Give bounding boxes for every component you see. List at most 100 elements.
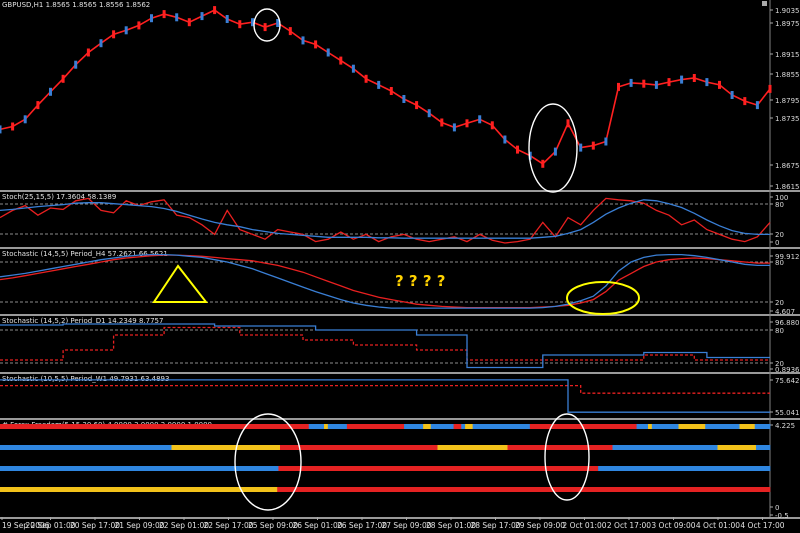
freedom-segment	[327, 424, 348, 429]
price-candle	[654, 80, 658, 89]
trading-chart: GBPUSD,H1 1.8565 1.8565 1.8556 1.8562 1.9…	[0, 0, 800, 530]
series-line	[0, 379, 770, 413]
x-tick-label: 22 Sep 01:00	[159, 521, 209, 530]
price-candle	[617, 82, 620, 91]
freedom-segment	[636, 424, 649, 429]
freedom-segment	[678, 424, 706, 429]
price-candle	[478, 115, 482, 124]
price-candle	[301, 36, 305, 45]
price-candle	[213, 6, 217, 15]
price-candle	[187, 18, 191, 27]
y-tick-label: 4.225	[775, 422, 795, 430]
freedom-segment	[612, 445, 718, 450]
y-tick-label: 0.8936	[775, 366, 800, 374]
price-candle	[490, 121, 494, 130]
price-candle	[175, 13, 179, 22]
annotation-ellipse	[566, 281, 640, 315]
freedom-segment	[705, 424, 740, 429]
freedom-segment	[277, 487, 771, 492]
panel-header: Stoch(25,15,5) 17.3604 58.1389	[2, 193, 116, 201]
freedom-segment	[430, 424, 454, 429]
price-candle	[427, 109, 431, 118]
price-candle	[49, 87, 52, 96]
y-tick-label: -0.5	[775, 512, 789, 520]
freedom-segment	[598, 466, 771, 471]
price-candle	[402, 95, 406, 103]
y-tick-label: 80	[775, 327, 784, 335]
freedom-segment	[437, 445, 508, 450]
price-candle	[604, 137, 608, 146]
price-candle	[516, 145, 519, 154]
price-candle	[730, 91, 734, 99]
freedom-segment	[507, 445, 613, 450]
annotation-triangle	[152, 264, 209, 303]
x-tick-label: 25 Sep 09:00	[248, 521, 298, 530]
price-candle	[591, 141, 595, 150]
freedom-segment	[651, 424, 679, 429]
price-candle	[225, 15, 229, 23]
price-candle	[629, 78, 633, 87]
price-candle	[86, 48, 90, 57]
y-tick-label: 80	[775, 259, 784, 267]
price-candle	[566, 119, 570, 128]
freedom-segment	[308, 424, 325, 429]
x-tick-label: 22 Sep 17:00	[203, 521, 253, 530]
y-tick-label: 75.6422	[775, 377, 800, 385]
price-candle	[642, 79, 646, 88]
price-candle	[162, 10, 166, 19]
freedom-segment	[171, 445, 281, 450]
y-tick-label: 96.8807	[775, 319, 800, 327]
price-candle	[112, 30, 116, 39]
freedom-segment	[0, 424, 310, 429]
price-candle	[743, 97, 747, 106]
series-line	[0, 326, 770, 361]
price-candle	[238, 20, 242, 29]
price-candle	[755, 101, 759, 110]
freedom-segment	[472, 424, 531, 429]
price-candle	[339, 56, 343, 65]
freedom-segment	[461, 424, 466, 429]
y-tick-label: 20	[775, 231, 784, 239]
y-tick-label: 0	[775, 504, 779, 512]
y-tick-label: 0	[775, 239, 779, 247]
price-candle	[150, 14, 153, 23]
annotation-question-marks: ? ? ? ?	[395, 272, 445, 290]
price-candle	[61, 74, 65, 83]
price-candle	[0, 125, 2, 134]
freedom-segment	[739, 424, 756, 429]
price-candle	[124, 26, 128, 35]
price-candle	[288, 27, 292, 36]
y-tick-label: 1.8795	[775, 97, 800, 105]
x-tick-label: 2 Oct 17:00	[607, 521, 651, 530]
freedom-segment	[717, 445, 757, 450]
price-candle	[263, 23, 267, 32]
price-candle	[768, 84, 772, 93]
x-tick-label: 2 Oct 01:00	[562, 521, 606, 530]
freedom-segment	[453, 424, 462, 429]
y-tick-label: 1.8735	[775, 115, 800, 123]
x-tick-label: 26 Sep 17:00	[337, 521, 387, 530]
x-tick-label: 21 Sep 09:00	[114, 521, 164, 530]
series-line	[0, 197, 771, 244]
price-candle	[440, 118, 444, 127]
price-candle	[74, 60, 78, 69]
price-candle	[680, 75, 684, 84]
series-line	[0, 199, 770, 239]
freedom-segment	[404, 424, 424, 429]
series-line	[0, 254, 770, 309]
x-tick-label: 28 Sep 17:00	[470, 521, 520, 530]
series-line	[0, 384, 770, 394]
freedom-segment	[465, 424, 473, 429]
freedom-segment	[756, 445, 771, 450]
price-candle	[326, 48, 330, 57]
x-tick-label: 20 Sep 01:00	[25, 521, 75, 530]
price-candle	[377, 80, 381, 89]
freedom-segment	[280, 445, 438, 450]
price-candle	[137, 21, 141, 30]
price-candle	[99, 39, 103, 48]
x-tick-label: 26 Sep 01:00	[292, 521, 342, 530]
y-tick-label: 1.9035	[775, 7, 800, 15]
price-candle	[415, 101, 419, 110]
price-candle	[553, 147, 557, 156]
freedom-segment	[0, 466, 279, 471]
